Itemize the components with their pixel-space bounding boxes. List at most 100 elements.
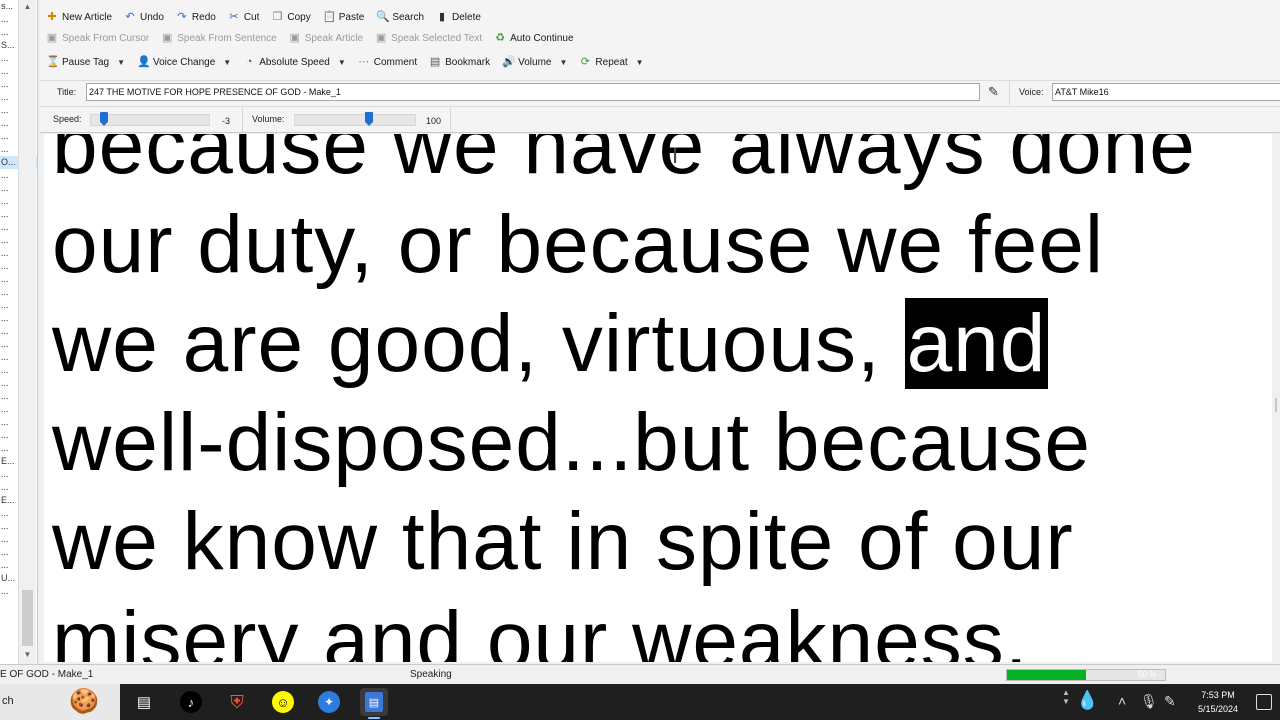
text-line: because we have always done <box>52 134 1196 191</box>
tree-scrollbar[interactable]: ▲ ▼ <box>18 0 36 664</box>
new-article-icon: ✚ <box>47 11 57 23</box>
reader-text: because we have always done our duty, or… <box>52 134 1272 662</box>
speed-value: -3 <box>222 116 231 126</box>
chevron-down-icon[interactable]: ▼ <box>117 58 125 67</box>
voice-change-button[interactable]: 👤 Voice Change ▼ <box>137 56 231 68</box>
absolute-speed-button[interactable]: ◔ Absolute Speed ▼ <box>243 56 346 68</box>
status-bar: E OF GOD - Make_1 Speaking 50 % <box>0 664 1280 684</box>
copy-button[interactable]: ❐ Copy <box>271 11 310 23</box>
tree-scroll-thumb[interactable] <box>22 590 33 646</box>
brave-icon[interactable]: ⛨ <box>223 688 251 716</box>
speak-from-cursor-button[interactable]: ▣ Speak From Cursor <box>46 32 149 44</box>
taskbar-search-box[interactable]: ch 🍪 <box>0 684 120 720</box>
reader-scroll-thumb[interactable] <box>1275 398 1277 412</box>
speed-label: Speed: <box>53 114 82 124</box>
tray-scroll[interactable]: ▲ ▼ <box>1060 688 1072 716</box>
taskbar-clock[interactable]: 7:53 PM 5/15/2024 <box>1188 688 1248 716</box>
pause-tag-button[interactable]: ⌛ Pause Tag ▼ <box>46 56 125 68</box>
bookmark-button[interactable]: ▤ Bookmark <box>429 56 490 68</box>
comment-icon: ⋯ <box>358 56 370 68</box>
toolbar-area: ✚ New Article ↶ Undo ↷ Redo ✂ Cut ❐ Copy 📋 Pas… <box>40 0 1280 133</box>
text-line: well-disposed...but because <box>52 397 1091 488</box>
speak-sentence-icon: ▣ <box>162 32 173 44</box>
app-blue-icon[interactable]: ✦ <box>315 688 343 716</box>
speak-from-sentence-button[interactable]: ▣ Speak From Sentence <box>161 32 277 44</box>
volume-slider[interactable] <box>294 114 416 126</box>
article-tree-panel[interactable]: s......... S........................... O.… <box>0 0 38 664</box>
speed-volume-row: Speed: -3 Volume: 100 <box>40 106 1280 132</box>
chevron-down-icon[interactable]: ▼ <box>223 58 231 67</box>
text-line: we know that in spite of our <box>52 496 1074 587</box>
toolbar-row-tags: ⌛ Pause Tag ▼ 👤 Voice Change ▼ ◔ Absolute Spe… <box>46 52 656 72</box>
status-state: Speaking <box>410 669 452 680</box>
text-line: misery and our weakness, <box>52 595 1029 662</box>
text-cursor-icon: I <box>672 143 679 168</box>
pen-icon[interactable]: ✎ <box>988 84 1004 100</box>
speed-slider[interactable] <box>90 114 210 126</box>
volume-value: 100 <box>426 116 442 126</box>
speak-selected-icon: ▣ <box>375 32 387 44</box>
cookie-icon: 🍪 <box>69 688 99 715</box>
text-line: we are good, virtuous, and <box>52 298 1049 389</box>
tiktok-icon[interactable]: ♪ <box>177 688 205 716</box>
microphone-icon[interactable]: 🎙 <box>1140 693 1158 710</box>
hourglass-icon: ⌛ <box>46 56 60 68</box>
speak-cursor-icon: ▣ <box>46 32 58 44</box>
divider <box>1009 81 1010 105</box>
person-icon: 👤 <box>137 56 151 68</box>
bookmark-icon: ▤ <box>429 56 441 68</box>
pen-tray-icon[interactable]: ✎ <box>1164 693 1176 710</box>
delete-icon: ▮ <box>438 11 446 23</box>
comment-button[interactable]: ⋯ Comment <box>358 56 417 68</box>
progress-label: 50 % <box>1138 670 1157 679</box>
snapchat-icon[interactable]: ☺ <box>269 688 297 716</box>
speedometer-icon: ◔ <box>245 56 253 68</box>
chevron-down-icon[interactable]: ▼ <box>338 58 346 67</box>
reader-text-area[interactable]: because we have always done our duty, or… <box>44 134 1272 662</box>
title-row: Title: 247 THE MOTIVE FOR HOPE PRESENCE … <box>40 80 1280 105</box>
chevron-down-icon[interactable]: ▼ <box>559 58 567 67</box>
status-article-title: E OF GOD - Make_1 <box>0 669 94 680</box>
spoken-word-highlight: and <box>904 298 1049 389</box>
title-input[interactable]: 247 THE MOTIVE FOR HOPE PRESENCE OF GOD … <box>86 83 980 101</box>
water-drop-icon[interactable]: 💧 <box>1076 690 1098 711</box>
repeat-icon: ⟳ <box>580 56 591 68</box>
redo-button[interactable]: ↷ Redo <box>176 11 216 23</box>
title-label: Title: <box>57 87 77 97</box>
volume-label: Volume: <box>252 114 285 124</box>
search-button[interactable]: 🔍 Search <box>376 11 424 23</box>
scroll-up-icon[interactable]: ▲ <box>22 2 33 14</box>
delete-button[interactable]: ▮ Delete <box>436 11 481 23</box>
voice-select[interactable]: AT&T Mike16 <box>1052 83 1280 101</box>
task-view-icon[interactable]: ▤ <box>130 688 158 716</box>
speaker-icon: 🔊 <box>502 56 516 68</box>
reader-scrollbar[interactable] <box>1272 134 1280 662</box>
toolbar-row-speak: ▣ Speak From Cursor ▣ Speak From Sentence … <box>46 28 586 48</box>
paste-icon: 📋 <box>322 11 337 23</box>
redo-icon: ↷ <box>177 11 187 23</box>
auto-continue-button[interactable]: ♻ Auto Continue <box>494 32 573 44</box>
paste-button[interactable]: 📋 Paste <box>323 11 365 23</box>
speak-article-icon: ▣ <box>289 32 300 44</box>
chevron-down-icon[interactable]: ▼ <box>636 58 644 67</box>
volume-button[interactable]: 🔊 Volume ▼ <box>502 56 567 68</box>
progress-fill <box>1007 670 1086 680</box>
speak-article-button[interactable]: ▣ Speak Article <box>289 32 364 44</box>
notification-icon[interactable] <box>1256 694 1272 710</box>
voice-label: Voice: <box>1019 87 1044 97</box>
divider <box>242 107 243 131</box>
text-reader-icon[interactable]: ▤ <box>360 688 388 719</box>
auto-continue-icon: ♻ <box>495 32 506 44</box>
undo-icon: ↶ <box>125 11 135 23</box>
divider <box>450 107 451 131</box>
scroll-down-icon[interactable]: ▼ <box>22 650 33 662</box>
new-article-button[interactable]: ✚ New Article <box>46 11 112 23</box>
chevron-up-icon[interactable]: ˄ <box>1118 693 1126 709</box>
undo-button[interactable]: ↶ Undo <box>124 11 164 23</box>
search-icon: 🔍 <box>376 11 391 23</box>
speak-selected-text-button[interactable]: ▣ Speak Selected Text <box>375 32 482 44</box>
cut-button[interactable]: ✂ Cut <box>228 11 259 23</box>
repeat-button[interactable]: ⟳ Repeat ▼ <box>579 56 644 68</box>
toolbar-row-edit: ✚ New Article ↶ Undo ↷ Redo ✂ Cut ❐ Copy 📋 Pas… <box>46 7 493 27</box>
windows-taskbar: ch 🍪 ▤ ♪ ⛨ ☺ ✦ ▤ ▲ ▼ 💧 ˄ 🎙 ✎ 7:53 PM 5/15… <box>0 684 1280 720</box>
